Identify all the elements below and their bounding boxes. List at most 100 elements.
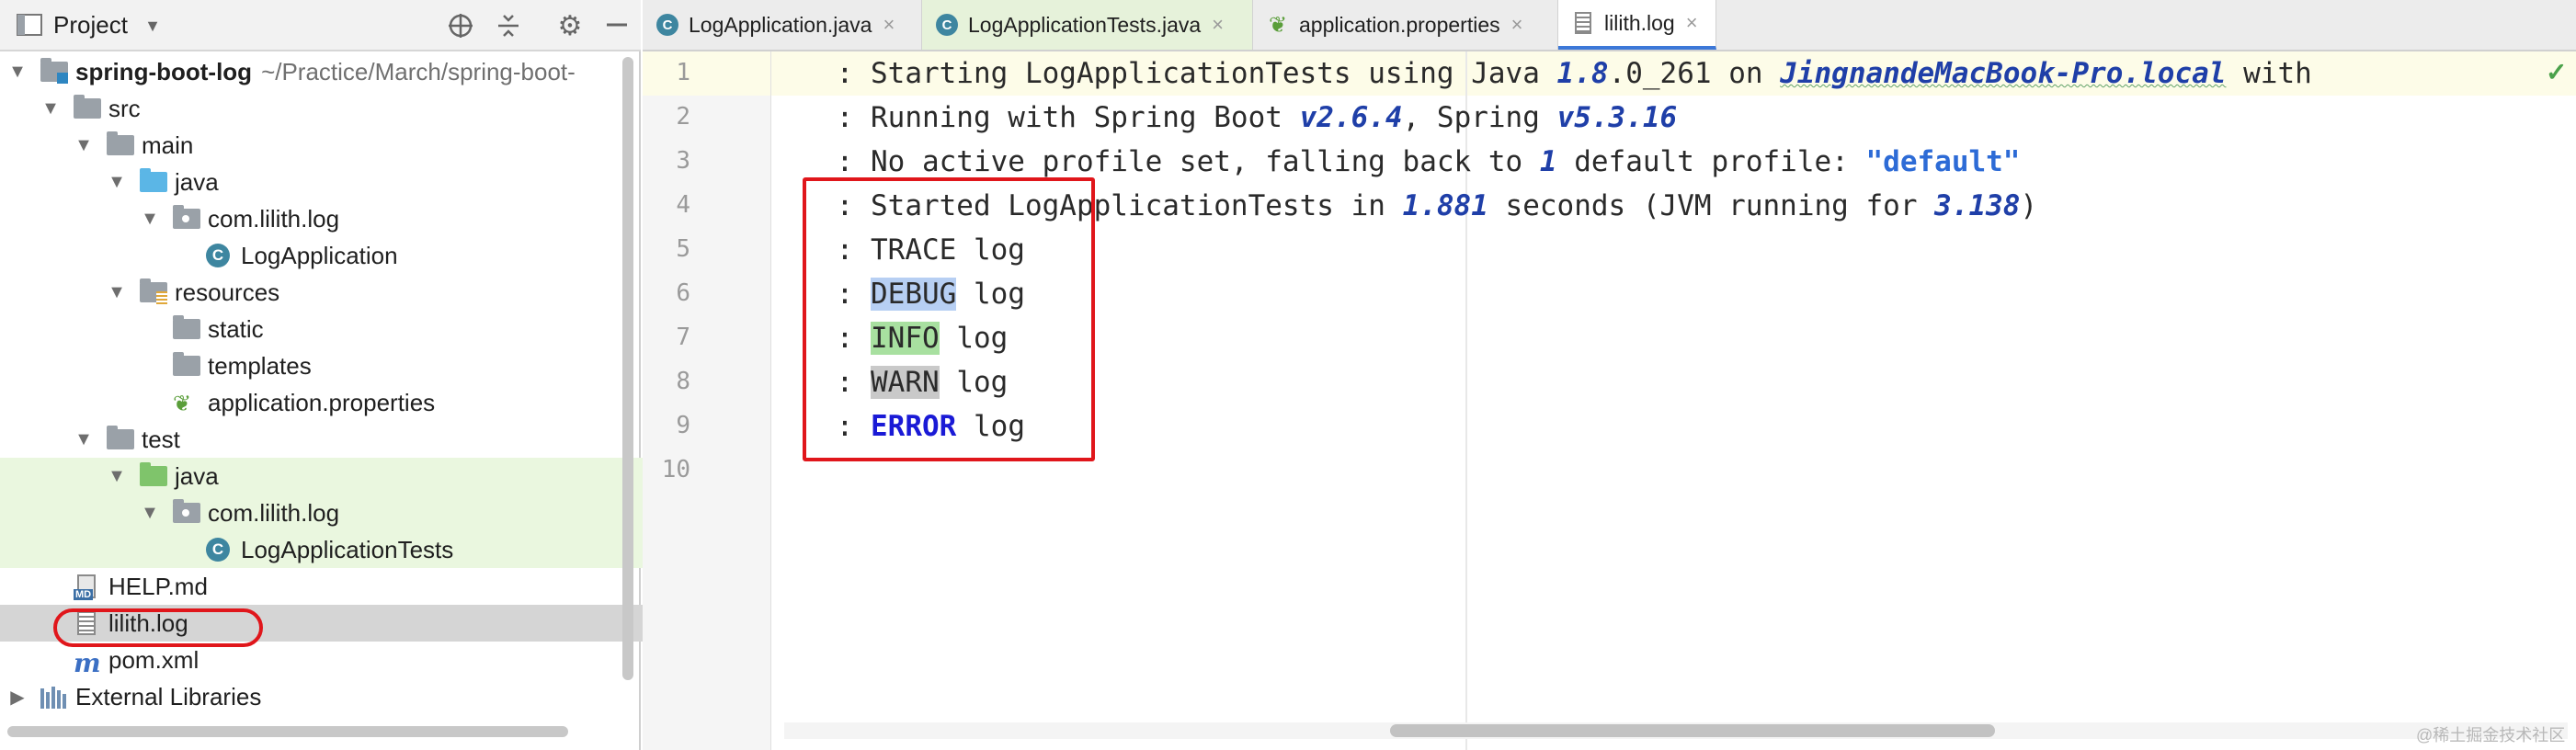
- expand-arrow-icon[interactable]: ▼: [107, 172, 127, 192]
- tab-lilith-log[interactable]: lilith.log ×: [1558, 0, 1716, 50]
- tab-label: lilith.log: [1604, 10, 1675, 35]
- tab-logapplication-java[interactable]: C LogApplication.java ×: [643, 0, 922, 50]
- watermark: @稀土掘金技术社区: [2416, 726, 2566, 744]
- line-number: 8: [676, 368, 690, 395]
- tree-item-label: java: [175, 167, 219, 196]
- project-view-icon[interactable]: [17, 13, 42, 37]
- tree-item-label: LogApplicationTests: [241, 535, 454, 563]
- tree-item-test[interactable]: ▼ test: [0, 421, 691, 458]
- folder-icon: [173, 315, 200, 341]
- line-number: 7: [676, 324, 690, 351]
- folder-icon: [173, 352, 200, 378]
- folder-icon: [74, 95, 101, 120]
- markdown-file-icon: MD: [74, 574, 101, 600]
- spring-boot-class-icon: C: [935, 13, 959, 37]
- tree-item-main[interactable]: ▼ main: [0, 127, 691, 164]
- editor-tab-bar: C LogApplication.java × C LogApplication…: [643, 0, 2576, 51]
- annotation-highlight-oval: [53, 608, 263, 647]
- line-number: 9: [676, 412, 690, 439]
- libraries-icon: [40, 685, 68, 709]
- tree-item-project-root[interactable]: ▼ spring-boot-log ~/Practice/March/sprin…: [0, 53, 625, 90]
- package-icon: [173, 499, 200, 525]
- project-header: Project ▼ ⚙: [0, 0, 641, 51]
- close-icon[interactable]: ×: [1686, 11, 1698, 35]
- code-line-2: : Running with Spring Boot v2.6.4, Sprin…: [819, 101, 1678, 134]
- tab-logapplicationtests-java[interactable]: C LogApplicationTests.java ×: [922, 0, 1253, 50]
- tree-item-src[interactable]: ▼ src: [0, 90, 658, 127]
- folder-icon: [107, 131, 134, 157]
- tree-item-label: resources: [175, 278, 280, 306]
- tab-label: LogApplication.java: [689, 12, 872, 37]
- spring-boot-class-icon: C: [655, 13, 679, 37]
- code-line-1: : Starting LogApplicationTests using Jav…: [819, 57, 2312, 90]
- dropdown-chevron-icon[interactable]: ▼: [142, 15, 164, 37]
- tree-item-label: test: [142, 425, 180, 453]
- scrollbar-thumb[interactable]: [622, 57, 633, 680]
- collapsed-arrow-icon[interactable]: ▶: [7, 687, 28, 708]
- line-number-gutter: 1 2 3 4 5 6 7 8 9 10: [643, 51, 771, 750]
- tree-item-label: External Libraries: [75, 682, 262, 710]
- tree-item-label: LogApplication: [241, 241, 398, 269]
- expand-arrow-icon[interactable]: ▼: [7, 62, 28, 82]
- tab-label: LogApplicationTests.java: [968, 12, 1202, 37]
- close-icon[interactable]: ×: [1212, 13, 1224, 37]
- project-vertical-scrollbar[interactable]: [622, 53, 633, 680]
- expand-arrow-icon[interactable]: ▼: [74, 135, 94, 155]
- spring-properties-icon: ❦: [173, 392, 192, 416]
- tree-item-label: templates: [208, 351, 312, 380]
- tree-item-label: HELP.md: [108, 572, 208, 600]
- inspection-ok-icon[interactable]: ✓: [2546, 57, 2567, 87]
- tree-item-resources[interactable]: ▼ resources: [0, 274, 724, 311]
- line-number: 4: [676, 191, 690, 219]
- expand-arrow-icon[interactable]: ▼: [140, 503, 160, 523]
- close-icon[interactable]: ×: [1511, 13, 1523, 37]
- annotation-highlight-box: [803, 177, 1095, 461]
- line-number: 2: [676, 103, 690, 131]
- expand-arrow-icon[interactable]: ▼: [74, 429, 94, 449]
- tree-item-label: pom.xml: [108, 645, 199, 674]
- tree-item-path: ~/Practice/March/spring-boot-: [261, 57, 576, 85]
- tab-label: application.properties: [1299, 12, 1500, 37]
- collapse-all-icon[interactable]: [495, 12, 522, 40]
- folder-icon: [107, 426, 134, 451]
- project-title[interactable]: Project: [53, 11, 128, 39]
- tree-item-external-libraries[interactable]: ▶ External Libraries: [0, 678, 625, 715]
- line-number: 1: [676, 59, 690, 86]
- expand-arrow-icon[interactable]: ▼: [40, 98, 61, 119]
- tree-item-help-md[interactable]: MD HELP.md: [0, 568, 691, 605]
- tree-item-label: main: [142, 131, 194, 159]
- tree-item-label: spring-boot-log: [75, 57, 253, 85]
- tab-application-properties[interactable]: ❦ application.properties ×: [1253, 0, 1558, 50]
- expand-arrow-icon[interactable]: ▼: [140, 209, 160, 229]
- close-icon[interactable]: ×: [883, 13, 895, 37]
- line-number: 10: [661, 456, 690, 483]
- locate-icon[interactable]: [447, 12, 474, 40]
- package-icon: [173, 205, 200, 231]
- spring-boot-class-icon: C: [206, 244, 234, 267]
- expand-arrow-icon[interactable]: ▼: [107, 466, 127, 486]
- tree-item-label: com.lilith.log: [208, 498, 340, 527]
- line-number: 6: [676, 279, 690, 307]
- tree-item-label: static: [208, 314, 264, 343]
- spring-properties-icon: ❦: [1268, 12, 1288, 38]
- settings-gear-icon[interactable]: ⚙: [555, 11, 585, 41]
- line-number: 5: [676, 235, 690, 263]
- line-number: 3: [676, 147, 690, 175]
- tree-item-test-java[interactable]: ▼ java: [0, 458, 724, 494]
- project-tool-window: Project ▼ ⚙ ▼ spring-boot-log ~/Practice…: [0, 0, 824, 750]
- tree-item-pom-xml[interactable]: m pom.xml: [0, 642, 691, 679]
- test-source-folder-icon: [140, 462, 167, 488]
- tree-item-main-java[interactable]: ▼ java: [0, 164, 724, 200]
- tree-item-label: application.properties: [208, 388, 436, 416]
- source-folder-icon: [140, 168, 167, 194]
- project-horizontal-scrollbar[interactable]: [7, 726, 568, 737]
- maven-icon: m: [74, 648, 101, 678]
- resources-folder-icon: [140, 278, 167, 304]
- tree-item-label: java: [175, 461, 219, 490]
- tree-item-label: com.lilith.log: [208, 204, 340, 233]
- module-folder-icon: [40, 58, 68, 84]
- log-file-icon: [1571, 11, 1595, 35]
- expand-arrow-icon[interactable]: ▼: [107, 282, 127, 302]
- editor-scrollbar-thumb[interactable]: [1390, 724, 1995, 737]
- minimize-icon[interactable]: [603, 11, 631, 39]
